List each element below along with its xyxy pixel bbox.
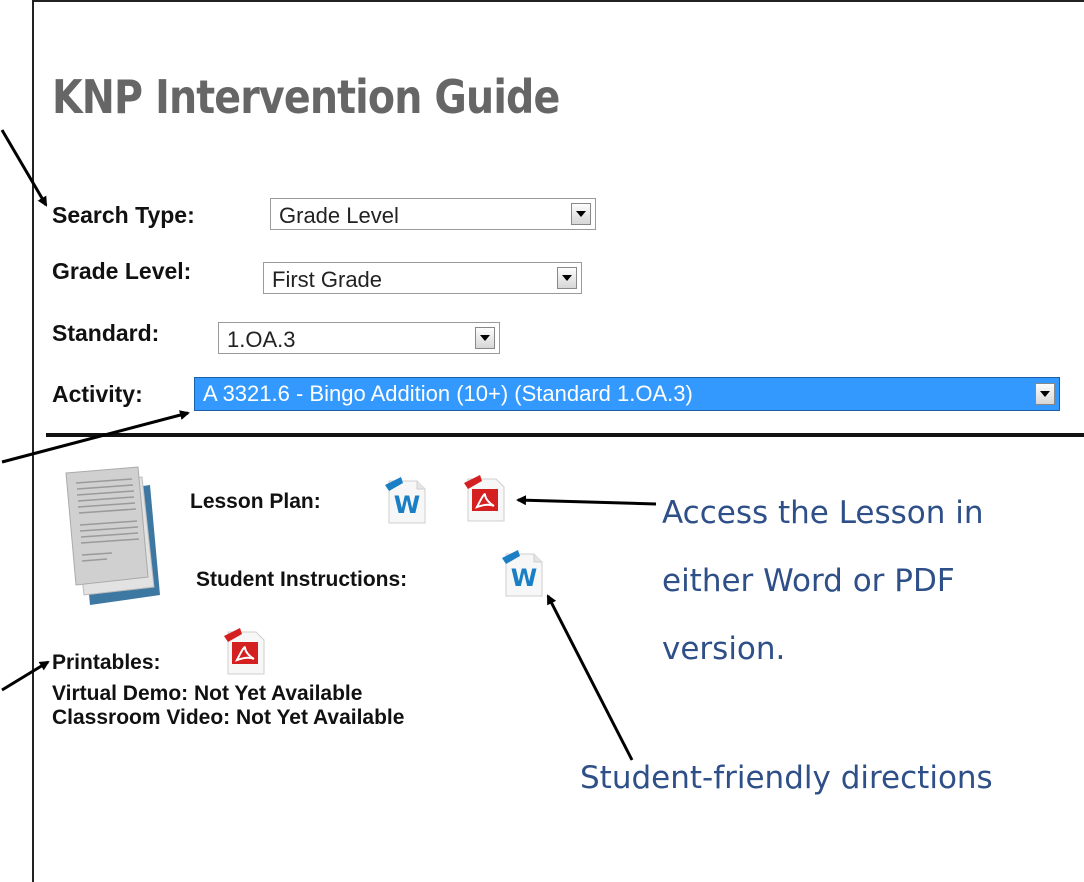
arrow-to-activity — [1, 410, 190, 464]
arrow-to-student-instructions — [546, 594, 634, 761]
arrow-to-search-type — [0, 129, 48, 207]
arrow-to-printables — [1, 660, 50, 692]
annotation-arrows — [0, 129, 657, 761]
arrow-to-pdf-lesson — [516, 495, 657, 506]
